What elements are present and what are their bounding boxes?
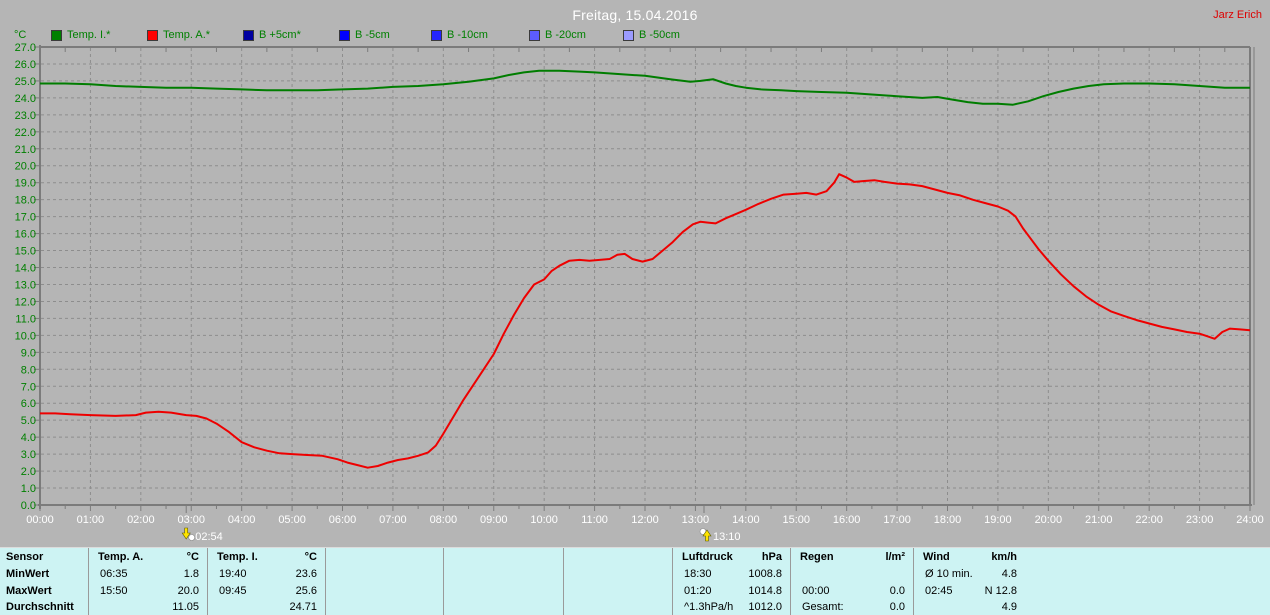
- x-tick-label: 17:00: [883, 514, 911, 526]
- cell-regen-avg-value: 0.0: [889, 601, 905, 613]
- row-label-minwert: MinWert: [6, 568, 50, 580]
- table-divider: [443, 548, 444, 615]
- x-tick-label: 20:00: [1035, 514, 1063, 526]
- marker-time-label: 02:54: [195, 531, 223, 543]
- y-tick-label: 17.0: [15, 212, 36, 224]
- x-tick-label: 00:00: [26, 514, 54, 526]
- y-tick-label: 23.0: [15, 110, 36, 122]
- cell-regen-max-value: 0.0: [889, 585, 905, 597]
- y-tick-label: 8.0: [21, 364, 36, 376]
- cell-luftdruck-avg-value: 1012.0: [748, 601, 782, 613]
- y-tick-label: 6.0: [21, 398, 36, 410]
- x-tick-label: 21:00: [1085, 514, 1113, 526]
- temperature-chart: 0.0 1.0 2.0 3.0 4.0 5.0 6.0 7.0 8.0 9.0 10.0 11.0 12…: [15, 42, 1264, 543]
- y-tick-label: 9.0: [21, 347, 36, 359]
- x-tick-label: 15:00: [782, 514, 810, 526]
- row-label-sensor: Sensor: [6, 551, 44, 563]
- y-tick-label: 2.0: [21, 466, 36, 478]
- y-tick-label: 22.0: [15, 127, 36, 139]
- table-divider: [325, 548, 326, 615]
- y-tick-label: 11.0: [15, 313, 36, 325]
- cell-temp-i-min-value: 23.6: [295, 568, 317, 580]
- y-tick-label: 3.0: [21, 449, 36, 461]
- x-tick-label: 02:00: [127, 514, 155, 526]
- x-tick-label: 19:00: [984, 514, 1012, 526]
- x-tick-label: 06:00: [329, 514, 357, 526]
- y-tick-label: 26.0: [15, 59, 36, 71]
- x-tick-label: 09:00: [480, 514, 508, 526]
- x-tick-label: 14:00: [732, 514, 760, 526]
- cell-wind-avg-value: 4.9: [1001, 601, 1017, 613]
- cell-luftdruck-max-value: 1014.8: [748, 585, 782, 597]
- x-tick-label: 23:00: [1186, 514, 1214, 526]
- x-tick-label: 22:00: [1135, 514, 1163, 526]
- series-temp-i-: [40, 69, 1250, 106]
- y-tick-label: 18.0: [15, 195, 36, 207]
- y-tick-label: 7.0: [21, 381, 36, 393]
- x-tick-label: 03:00: [177, 514, 205, 526]
- marker-time-label: 13:10: [713, 531, 741, 543]
- cell-luftdruck-unit: hPa: [761, 551, 782, 563]
- cell-temp-i-unit: °C: [304, 551, 317, 563]
- y-tick-label: 21.0: [15, 144, 36, 156]
- x-tick-label: 10:00: [530, 514, 558, 526]
- moonset-icon: [181, 527, 196, 541]
- y-tick-label: 10.0: [15, 330, 36, 342]
- x-tick-label: 01:00: [77, 514, 105, 526]
- x-tick-label: 04:00: [228, 514, 256, 526]
- x-tick-label: 16:00: [833, 514, 861, 526]
- x-tick-label: 05:00: [278, 514, 306, 526]
- y-tick-label: 16.0: [15, 229, 36, 241]
- cell-temp-a-unit: °C: [186, 551, 199, 563]
- y-tick-label: 20.0: [15, 161, 36, 173]
- x-tick-label: 24:00: [1236, 514, 1264, 526]
- y-tick-label: 13.0: [15, 279, 36, 291]
- x-tick-label: 08:00: [430, 514, 458, 526]
- y-tick-label: 4.0: [21, 432, 36, 444]
- x-tick-label: 12:00: [631, 514, 659, 526]
- cell-temp-a-max-value: 20.0: [177, 585, 199, 597]
- row-label-maxwert: MaxWert: [6, 585, 52, 597]
- cell-luftdruck-min-value: 1008.8: [748, 568, 782, 580]
- cell-temp-a-min-value: 1.8: [183, 568, 199, 580]
- x-tick-label: 07:00: [379, 514, 407, 526]
- y-tick-label: 25.0: [15, 76, 36, 88]
- x-tick-label: 13:00: [682, 514, 710, 526]
- cell-wind-min-value: 4.8: [1001, 568, 1017, 580]
- cell-temp-a-avg-value: 11.05: [172, 601, 199, 613]
- row-label-durchschnitt: Durchschnitt: [6, 601, 74, 613]
- y-tick-label: 1.0: [21, 483, 36, 495]
- x-tick-label: 11:00: [581, 514, 608, 526]
- y-tick-label: 19.0: [15, 178, 36, 190]
- y-tick-label: 0.0: [21, 500, 36, 512]
- weather-day-view-window: Freitag, 15.04.2016 Jarz Erich °C Temp. …: [0, 0, 1270, 615]
- x-tick-label: 18:00: [934, 514, 962, 526]
- cell-wind-unit: km/h: [991, 551, 1017, 563]
- y-tick-label: 24.0: [15, 93, 36, 105]
- y-tick-label: 15.0: [15, 246, 36, 258]
- cell-temp-i-max-value: 25.6: [295, 585, 317, 597]
- cell-temp-i-avg-value: 24.71: [289, 601, 317, 613]
- table-divider: [563, 548, 564, 615]
- stats-table: Sensor MinWert MaxWert Durchschnitt Temp. A.…: [0, 547, 1270, 615]
- y-tick-label: 5.0: [21, 415, 36, 427]
- cell-wind-max-value: N 12.8: [984, 585, 1017, 597]
- cell-regen-unit: l/m²: [885, 551, 905, 563]
- y-tick-label: 12.0: [15, 296, 36, 308]
- y-tick-label: 14.0: [15, 263, 36, 275]
- moonrise-icon: [699, 528, 712, 542]
- y-tick-label: 27.0: [15, 42, 36, 54]
